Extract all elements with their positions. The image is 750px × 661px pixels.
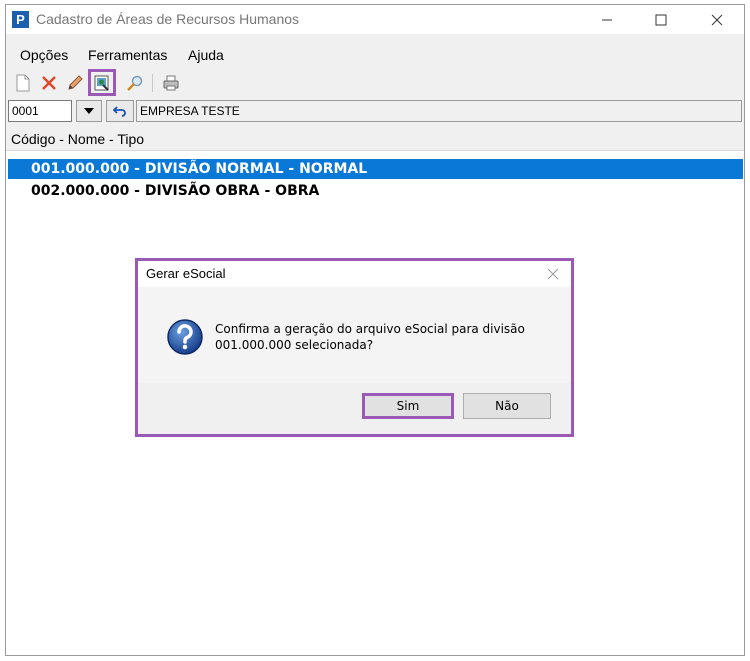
list-item[interactable]: 002.000.000 - DIVISÃO OBRA - OBRA xyxy=(8,181,743,201)
dialog-close-button[interactable] xyxy=(545,266,561,282)
minimize-icon xyxy=(602,19,612,20)
dialog-message-line2: 001.000.000 selecionada? xyxy=(215,338,374,352)
print-icon[interactable] xyxy=(160,72,182,94)
maximize-button[interactable] xyxy=(638,5,684,34)
question-icon xyxy=(167,319,203,355)
dialog-footer: Sim Não xyxy=(138,383,571,434)
yes-button[interactable]: Sim xyxy=(362,393,454,419)
minimize-button[interactable] xyxy=(584,5,630,34)
dialog-title-bar[interactable]: Gerar eSocial xyxy=(138,261,571,287)
company-name-field: EMPRESA TESTE xyxy=(136,100,742,122)
dialog-message-line1: Confirma a geração do arquivo eSocial pa… xyxy=(215,322,525,336)
undo-arrow-icon xyxy=(113,106,126,117)
title-bar[interactable]: P Cadastro de Áreas de Recursos Humanos xyxy=(6,5,744,34)
menu-ferramentas[interactable]: Ferramentas xyxy=(88,47,167,63)
company-code-input[interactable]: 0001 xyxy=(8,100,72,122)
menu-ajuda[interactable]: Ajuda xyxy=(188,47,224,63)
close-icon xyxy=(547,268,559,280)
esocial-dialog: Gerar eSocial Confirma a geração do arqu… xyxy=(135,258,574,437)
undo-button[interactable] xyxy=(106,100,134,122)
chevron-down-icon xyxy=(84,108,94,114)
edit-pencil-icon[interactable] xyxy=(64,72,86,94)
new-document-icon[interactable] xyxy=(12,72,34,94)
delete-icon[interactable] xyxy=(38,72,60,94)
menu-opcoes[interactable]: Opções xyxy=(20,47,68,63)
no-button[interactable]: Não xyxy=(463,393,551,419)
company-dropdown-button[interactable] xyxy=(76,100,102,122)
close-button[interactable] xyxy=(694,5,740,34)
company-filter-bar: 0001 EMPRESA TESTE xyxy=(6,97,744,127)
dialog-title: Gerar eSocial xyxy=(146,266,226,281)
list-column-header: Código - Nome - Tipo xyxy=(6,127,744,151)
window-title: Cadastro de Áreas de Recursos Humanos xyxy=(36,11,300,27)
toolbar-separator xyxy=(152,74,153,92)
menu-bar: Opções Ferramentas Ajuda xyxy=(6,34,744,69)
toolbar xyxy=(6,69,744,97)
dialog-message: Confirma a geração do arquivo eSocial pa… xyxy=(215,321,555,353)
maximize-icon xyxy=(655,14,667,25)
search-icon[interactable] xyxy=(124,72,146,94)
generate-esocial-icon[interactable] xyxy=(91,72,113,94)
app-icon: P xyxy=(12,11,29,28)
dialog-body: Confirma a geração do arquivo eSocial pa… xyxy=(138,287,571,383)
close-icon xyxy=(711,14,723,25)
list-item[interactable]: 001.000.000 - DIVISÃO NORMAL - NORMAL xyxy=(8,159,743,179)
